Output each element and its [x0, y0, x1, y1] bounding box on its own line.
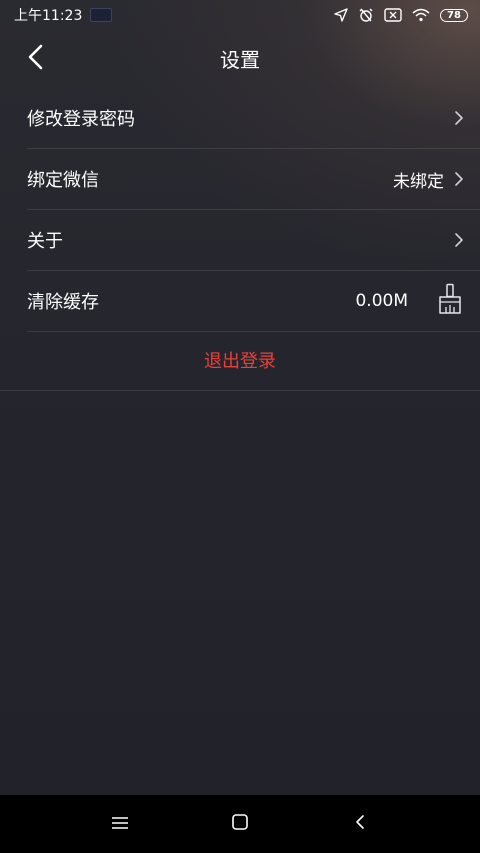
nav-back-icon: [355, 814, 365, 834]
setting-right: [454, 210, 464, 270]
sim-off-icon: [384, 8, 402, 22]
setting-right: 0.00M: [355, 271, 464, 331]
wifi-icon: [412, 8, 430, 22]
chevron-right-icon: [454, 110, 464, 126]
status-left: 上午11:23: [14, 5, 113, 25]
notification-thumbnail-icon: [90, 8, 113, 22]
wechat-bind-status: 未绑定: [393, 171, 444, 192]
logout-button[interactable]: 退出登录: [0, 330, 480, 391]
menu-icon: [111, 815, 129, 834]
setting-clear-cache[interactable]: 清除缓存 0.00M: [27, 271, 480, 332]
logout-label: 退出登录: [204, 351, 276, 372]
battery-indicator: 78: [440, 8, 468, 22]
alarm-off-icon: [358, 7, 374, 23]
setting-change-password[interactable]: 修改登录密码: [27, 88, 480, 149]
cache-size: 0.00M: [355, 291, 408, 311]
setting-label: 绑定微信: [27, 170, 99, 191]
navigation-bar: [0, 795, 480, 853]
setting-about[interactable]: 关于: [27, 210, 480, 271]
setting-bind-wechat[interactable]: 绑定微信 未绑定: [27, 149, 480, 210]
settings-list: 修改登录密码 绑定微信 未绑定 关于 清除缓存 0.00M: [0, 88, 480, 332]
home-icon: [231, 813, 249, 835]
page-title: 设置: [220, 48, 260, 72]
status-bar: 上午11:23 78: [0, 0, 480, 30]
broom-icon[interactable]: [436, 283, 464, 319]
nav-back-button[interactable]: [340, 804, 380, 844]
setting-label: 修改登录密码: [27, 109, 135, 130]
setting-label: 关于: [27, 231, 63, 252]
setting-right: [454, 88, 464, 148]
status-time: 上午11:23: [14, 8, 83, 24]
setting-right: 未绑定: [393, 149, 464, 209]
chevron-right-icon: [454, 232, 464, 248]
setting-label: 清除缓存: [27, 292, 99, 313]
location-icon: [334, 8, 348, 22]
status-right: 78: [334, 7, 468, 23]
chevron-right-icon: [454, 171, 464, 187]
nav-menu-button[interactable]: [100, 804, 140, 844]
title-bar: 设置: [0, 30, 480, 88]
nav-home-button[interactable]: [220, 804, 260, 844]
